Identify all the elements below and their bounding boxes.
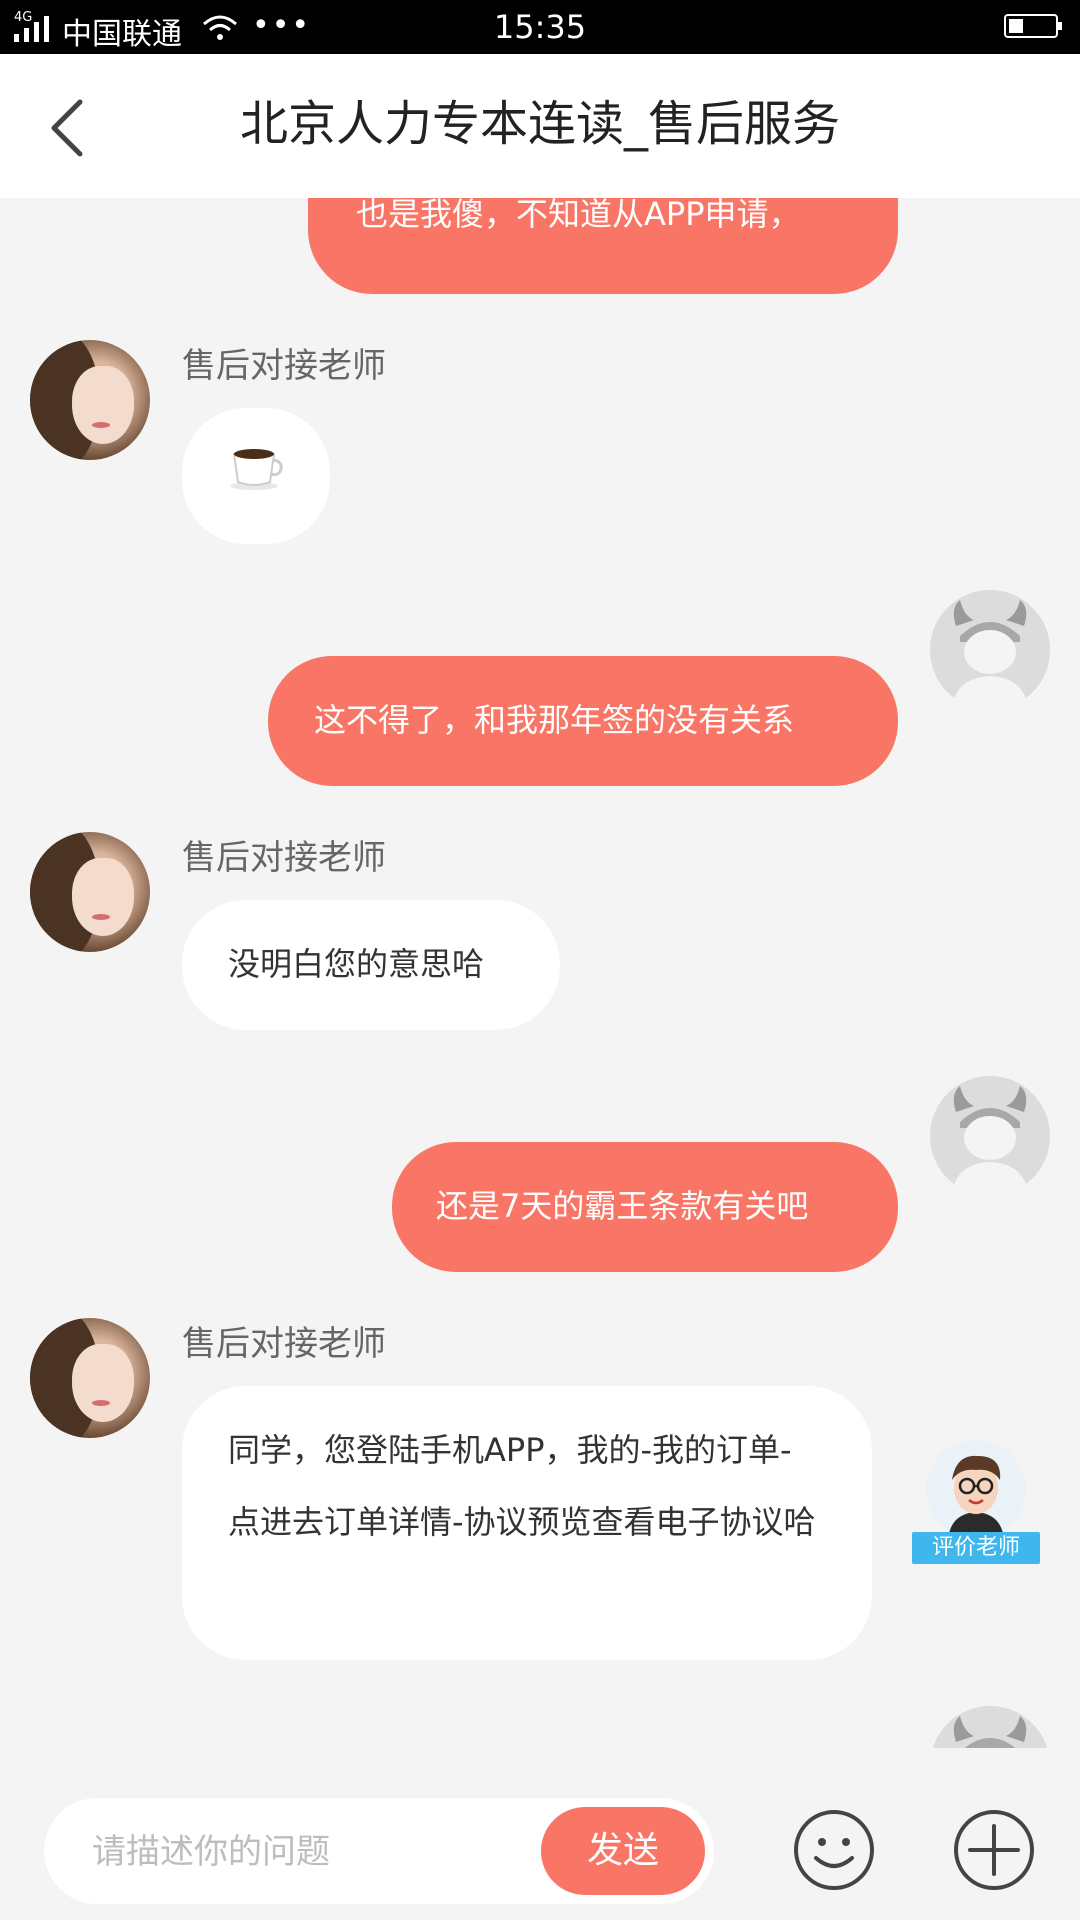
message-input[interactable]: [90, 1823, 534, 1881]
message-bubble-outgoing[interactable]: 还是7天的霸王条款有关吧: [392, 1142, 898, 1272]
message-bubble-incoming[interactable]: [182, 408, 330, 544]
message-bubble-outgoing[interactable]: 也是我傻，不知道从APP申请，: [308, 198, 898, 294]
coffee-cup-icon: [230, 449, 283, 490]
user-avatar[interactable]: [930, 590, 1050, 710]
page-title: 北京人力专本连读_售后服务: [239, 96, 840, 152]
plus-icon[interactable]: [952, 1808, 1036, 1892]
send-button[interactable]: 发送: [541, 1807, 705, 1895]
battery-icon: [1004, 14, 1062, 38]
user-avatar[interactable]: [930, 1076, 1050, 1196]
rate-teacher-label: 评价老师: [912, 1532, 1040, 1564]
back-chevron-icon[interactable]: [40, 88, 100, 168]
message-bubble-incoming[interactable]: 没明白您的意思哈: [182, 900, 560, 1030]
nav-bar: 北京人力专本连读_售后服务: [0, 54, 1080, 198]
teacher-avatar[interactable]: [30, 832, 150, 952]
message-bubble-outgoing[interactable]: 这不得了，和我那年签的没有关系: [268, 656, 898, 786]
status-bar: 4G 中国联通 ••• 15:35: [0, 0, 1080, 54]
teacher-avatar[interactable]: [30, 340, 150, 460]
message-text: 还是7天的霸王条款有关吧: [436, 1187, 809, 1225]
message-input-container: 发送: [44, 1798, 714, 1904]
teacher-cartoon-icon: [926, 1440, 1026, 1540]
message-text: 也是我傻，不知道从APP申请，: [356, 198, 801, 233]
sender-name: 售后对接老师: [182, 1324, 386, 1364]
rate-teacher-button[interactable]: 评价老师: [912, 1440, 1042, 1570]
teacher-avatar[interactable]: [30, 1318, 150, 1438]
message-text: 这不得了，和我那年签的没有关系: [314, 701, 795, 739]
sender-name: 售后对接老师: [182, 346, 386, 386]
message-text: 没明白您的意思哈: [228, 945, 485, 983]
message-text: 同学，您登陆手机APP，我的-我的订单-点进去订单详情-协议预览查看电子协议哈: [228, 1431, 816, 1541]
input-bar: 发送: [0, 1778, 1080, 1920]
sender-name: 售后对接老师: [182, 838, 386, 878]
emoji-icon[interactable]: [792, 1808, 876, 1892]
user-avatar[interactable]: [930, 1706, 1050, 1748]
status-time: 15:35: [493, 8, 587, 46]
message-bubble-incoming[interactable]: 同学，您登陆手机APP，我的-我的订单-点进去订单详情-协议预览查看电子协议哈: [182, 1386, 872, 1660]
